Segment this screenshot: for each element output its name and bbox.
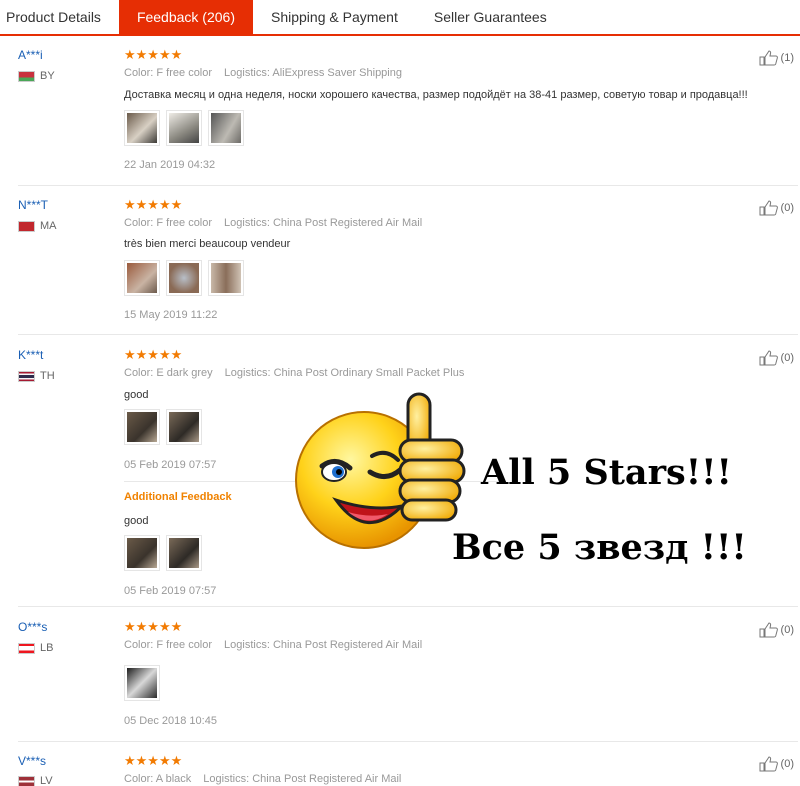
flag-icon — [18, 370, 35, 382]
review-meta: Color: A black Logistics: China Post Regi… — [124, 773, 402, 785]
star-rating: ★★★★★ — [124, 197, 183, 212]
review-photos — [124, 535, 202, 571]
review-photo[interactable] — [208, 110, 244, 146]
reviewer-name[interactable]: A***i — [18, 48, 43, 62]
helpful-button[interactable]: (0) — [759, 622, 794, 638]
thumbs-up-icon — [759, 50, 778, 66]
review-date: 15 May 2019 11:22 — [124, 309, 218, 321]
review-photo[interactable] — [166, 535, 202, 571]
tab-product-details[interactable]: Product Details — [0, 0, 119, 34]
review-date: 22 Jan 2019 04:32 — [124, 159, 216, 171]
review-date: 05 Feb 2019 07:57 — [124, 459, 217, 471]
flag-icon — [18, 220, 35, 232]
thumbs-up-icon — [759, 350, 778, 366]
review-photo[interactable] — [124, 665, 160, 701]
flag-icon — [18, 642, 35, 654]
promo-headline-ru: Все 5 звезд !!! — [452, 527, 747, 568]
review-divider — [18, 741, 798, 742]
additional-feedback-label: Additional Feedback — [124, 491, 232, 503]
reviewer-name[interactable]: V***s — [18, 754, 46, 768]
review-meta: Color: F free color Logistics: China Post… — [124, 217, 423, 229]
helpful-button[interactable]: (0) — [759, 200, 794, 216]
review-meta: Color: F free color Logistics: AliExpress… — [124, 67, 402, 79]
helpful-button[interactable]: (0) — [759, 350, 794, 366]
star-rating: ★★★★★ — [124, 347, 183, 362]
reviewer-name[interactable]: K***t — [18, 348, 43, 362]
thumbs-up-icon — [759, 622, 778, 638]
tab-shipping-payment[interactable]: Shipping & Payment — [253, 0, 416, 34]
tab-bar: Product Details Feedback (206) Shipping … — [0, 0, 800, 36]
flag-icon — [18, 775, 35, 786]
review-photos — [124, 110, 244, 146]
thumbs-up-icon — [759, 756, 778, 772]
star-rating: ★★★★★ — [124, 619, 183, 634]
promo-headline-en: All 5 Stars!!! — [481, 452, 732, 493]
tab-feedback[interactable]: Feedback (206) — [118, 0, 253, 34]
review-photo[interactable] — [166, 260, 202, 296]
reviewer-country: TH — [18, 370, 55, 382]
tab-seller-guarantees[interactable]: Seller Guarantees — [416, 0, 565, 34]
review-divider — [18, 334, 798, 335]
review-photos — [124, 409, 202, 445]
reviewer-name[interactable]: O***s — [18, 620, 47, 634]
review-photos — [124, 665, 160, 701]
review-photo[interactable] — [124, 110, 160, 146]
review-text: très bien merci beaucoup vendeur — [124, 238, 291, 250]
review-photos — [124, 260, 244, 296]
thumbs-up-icon — [759, 200, 778, 216]
review-text: good — [124, 389, 149, 401]
review-date: 05 Feb 2019 07:57 — [124, 585, 217, 597]
reviewer-country: LB — [18, 642, 53, 654]
review-text: Доставка месяц и одна неделя, носки хоро… — [124, 89, 748, 101]
thumbs-up-wink-smiley-icon — [295, 392, 466, 549]
review-photo[interactable] — [124, 260, 160, 296]
review-photo[interactable] — [166, 409, 202, 445]
helpful-button[interactable]: (1) — [759, 50, 794, 66]
review-date: 05 Dec 2018 10:45 — [124, 715, 217, 727]
review-photo[interactable] — [124, 409, 160, 445]
helpful-button[interactable]: (0) — [759, 756, 794, 772]
review-photo[interactable] — [166, 110, 202, 146]
reviewer-country: MA — [18, 220, 57, 232]
reviewer-name[interactable]: N***T — [18, 198, 48, 212]
reviewer-country: BY — [18, 70, 55, 82]
review-meta: Color: F free color Logistics: China Post… — [124, 639, 423, 651]
review-photo[interactable] — [124, 535, 160, 571]
review-divider — [18, 606, 798, 607]
star-rating: ★★★★★ — [124, 753, 183, 768]
star-rating: ★★★★★ — [124, 47, 183, 62]
review-meta: Color: E dark grey Logistics: China Post … — [124, 367, 465, 379]
reviewer-country: LV — [18, 775, 53, 786]
review-divider — [18, 185, 798, 186]
review-photo[interactable] — [208, 260, 244, 296]
flag-icon — [18, 70, 35, 82]
additional-feedback-text: good — [124, 515, 149, 527]
